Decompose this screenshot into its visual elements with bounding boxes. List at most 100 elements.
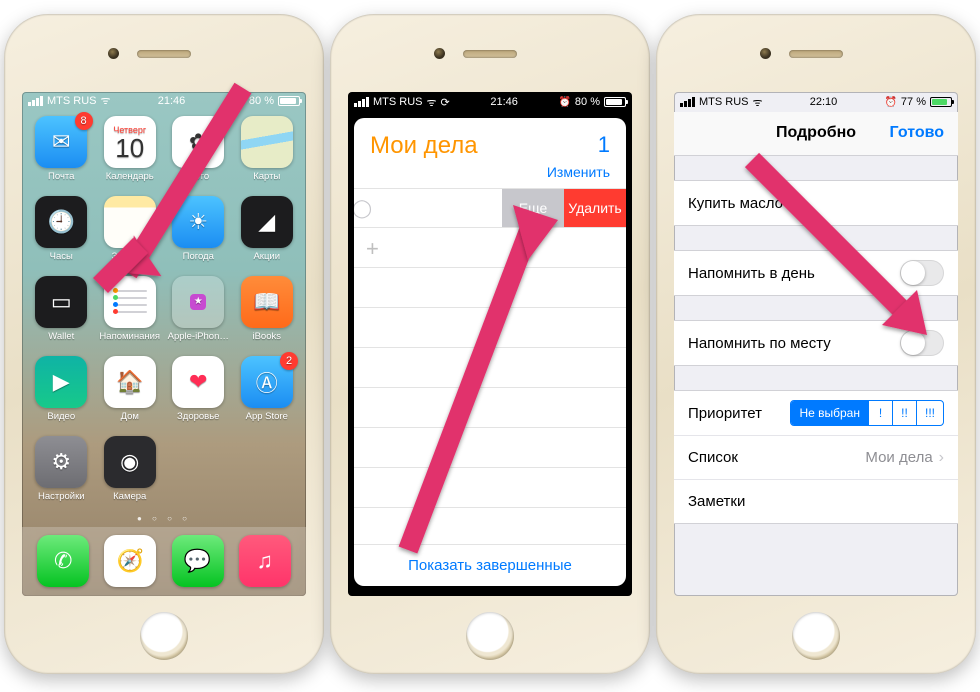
show-completed-link[interactable]: Показать завершенные bbox=[354, 544, 626, 586]
list-row[interactable]: Список Мои дела › bbox=[674, 435, 958, 479]
dock-music-icon[interactable]: ♫ bbox=[239, 535, 291, 587]
home-button[interactable] bbox=[792, 612, 840, 660]
remind-day-group: Напомнить в день bbox=[674, 250, 958, 296]
dock-messages-icon[interactable]: 💬 bbox=[172, 535, 224, 587]
status-bar: MTS RUS ᯤ 21:46 ⏰ 80 % bbox=[22, 92, 306, 110]
home-icon: 🏠 bbox=[104, 356, 156, 408]
list-header: 1 Мои дела bbox=[354, 118, 626, 164]
reminder-title-field[interactable]: Купить масло bbox=[674, 181, 958, 225]
videos-icon: ▶ bbox=[35, 356, 87, 408]
edit-link[interactable]: Изменить bbox=[354, 164, 626, 188]
phone-speaker bbox=[137, 50, 191, 58]
add-reminder-icon[interactable]: + bbox=[366, 236, 379, 262]
status-time: 21:46 bbox=[158, 95, 186, 107]
app-videos[interactable]: ▶ Видео bbox=[28, 356, 95, 432]
priority-none[interactable]: Не выбран bbox=[791, 401, 868, 425]
app-reminders[interactable]: Напоминания bbox=[97, 276, 164, 352]
phone-speaker bbox=[463, 50, 517, 58]
dock-safari-icon[interactable]: 🧭 bbox=[104, 535, 156, 587]
home-screen: MTS RUS ᯤ 21:46 ⏰ 80 % ✉︎ 8 Почта Четвер… bbox=[22, 92, 306, 596]
phone-frame-2: MTS RUS ᯤ ⟳ 21:46 ⏰ 80 % 1 Мои дела Изме… bbox=[330, 14, 650, 674]
front-camera bbox=[108, 48, 119, 59]
wifi-icon: ᯤ bbox=[753, 95, 763, 110]
reminders-list: ◯ Еще Удалить + bbox=[354, 188, 626, 544]
app-stocks[interactable]: ◢ Акции bbox=[234, 196, 301, 272]
phone-frame-1: MTS RUS ᯤ 21:46 ⏰ 80 % ✉︎ 8 Почта Четвер… bbox=[4, 14, 324, 674]
weather-icon: ☀︎ bbox=[172, 196, 224, 248]
reminder-empty-row bbox=[354, 428, 626, 468]
remind-on-day-row[interactable]: Напомнить в день bbox=[674, 251, 958, 295]
home-button[interactable] bbox=[140, 612, 188, 660]
clock-icon: 🕘 bbox=[35, 196, 87, 248]
remind-day-toggle[interactable] bbox=[900, 260, 944, 286]
reminder-empty-row bbox=[354, 468, 626, 508]
notes-icon bbox=[104, 196, 156, 248]
ibooks-icon: 📖 bbox=[241, 276, 293, 328]
priority-low[interactable]: ! bbox=[868, 401, 892, 425]
signal-icon bbox=[28, 96, 43, 106]
reminder-empty-row bbox=[354, 268, 626, 308]
remind-location-toggle[interactable] bbox=[900, 330, 944, 356]
camera-icon: ◉ bbox=[104, 436, 156, 488]
badge: 8 bbox=[75, 112, 93, 130]
home-button[interactable] bbox=[466, 612, 514, 660]
health-icon: ❤︎ bbox=[172, 356, 224, 408]
settings-icon: ⚙︎ bbox=[35, 436, 87, 488]
carrier-label: MTS RUS bbox=[373, 96, 423, 108]
notes-row[interactable]: Заметки bbox=[674, 479, 958, 523]
wifi-icon: ᯤ bbox=[101, 93, 111, 108]
dock: ✆ 🧭 💬 ♫ bbox=[22, 527, 306, 596]
app-clock[interactable]: 🕘 Часы bbox=[28, 196, 95, 272]
phone-speaker bbox=[789, 50, 843, 58]
app-maps[interactable]: Карты bbox=[234, 116, 301, 192]
reminders-card[interactable]: 1 Мои дела Изменить ◯ Еще Удалить bbox=[354, 118, 626, 586]
battery-percent: 77 % bbox=[901, 96, 926, 108]
priority-row[interactable]: Приоритет Не выбран ! !! !!! bbox=[674, 391, 958, 435]
app-switcher-area: 1 Мои дела Изменить ◯ Еще Удалить bbox=[348, 112, 632, 596]
reminder-empty-row bbox=[354, 228, 626, 268]
app-settings[interactable]: ⚙︎ Настройки bbox=[28, 436, 95, 512]
reminder-details-screen: MTS RUS ᯤ 22:10 ⏰ 77 % Подробно Готово К… bbox=[674, 92, 958, 596]
alarm-icon: ⏰ bbox=[558, 97, 570, 108]
navbar: Подробно Готово bbox=[674, 112, 958, 156]
done-button[interactable]: Готово bbox=[890, 124, 944, 142]
status-bar: MTS RUS ᯤ 22:10 ⏰ 77 % bbox=[674, 92, 958, 112]
badge: 2 bbox=[280, 352, 298, 370]
app-wallet[interactable]: ▭ Wallet bbox=[28, 276, 95, 352]
reminder-row[interactable]: ◯ Еще Удалить bbox=[354, 188, 626, 228]
alarm-icon: ⏰ bbox=[884, 97, 896, 108]
app-calendar[interactable]: Четверг 10 Календарь bbox=[97, 116, 164, 192]
remind-at-location-row[interactable]: Напомнить по месту bbox=[674, 321, 958, 365]
maps-icon bbox=[241, 116, 293, 168]
app-camera[interactable]: ◉ Камера bbox=[97, 436, 164, 512]
dock-phone-icon[interactable]: ✆ bbox=[37, 535, 89, 587]
app-health[interactable]: ❤︎ Здоровье bbox=[165, 356, 232, 432]
carrier-label: MTS RUS bbox=[47, 95, 97, 107]
priority-med[interactable]: !! bbox=[892, 401, 916, 425]
meta-group: Приоритет Не выбран ! !! !!! Список Мои … bbox=[674, 390, 958, 524]
phone-frame-3: MTS RUS ᯤ 22:10 ⏰ 77 % Подробно Готово К… bbox=[656, 14, 976, 674]
app-home[interactable]: 🏠 Дом bbox=[97, 356, 164, 432]
reminder-empty-row bbox=[354, 308, 626, 348]
priority-high[interactable]: !!! bbox=[916, 401, 943, 425]
app-folder[interactable]: ★ Apple-iPhon… bbox=[165, 276, 232, 352]
app-notes[interactable]: Заметки bbox=[97, 196, 164, 272]
list-count: 1 bbox=[598, 132, 610, 158]
priority-segmented[interactable]: Не выбран ! !! !!! bbox=[790, 400, 944, 426]
signal-icon bbox=[354, 97, 369, 107]
swipe-delete-button[interactable]: Удалить bbox=[564, 189, 626, 227]
battery-icon bbox=[604, 97, 626, 107]
status-time: 22:10 bbox=[810, 96, 838, 108]
app-appstore[interactable]: Ⓐ 2 App Store bbox=[234, 356, 301, 432]
app-photos[interactable]: ✿ Фото bbox=[165, 116, 232, 192]
swipe-more-button[interactable]: Еще bbox=[502, 189, 564, 227]
radio-unchecked-icon[interactable]: ◯ bbox=[354, 189, 374, 227]
app-weather[interactable]: ☀︎ Погода bbox=[165, 196, 232, 272]
alarm-icon: ⏰ bbox=[232, 95, 244, 106]
app-ibooks[interactable]: 📖 iBooks bbox=[234, 276, 301, 352]
front-camera bbox=[434, 48, 445, 59]
calendar-icon: Четверг 10 bbox=[104, 116, 156, 168]
list-title: Мои дела bbox=[370, 132, 610, 160]
app-mail[interactable]: ✉︎ 8 Почта bbox=[28, 116, 95, 192]
page-dots[interactable]: ● ○ ○ ○ bbox=[22, 512, 306, 527]
